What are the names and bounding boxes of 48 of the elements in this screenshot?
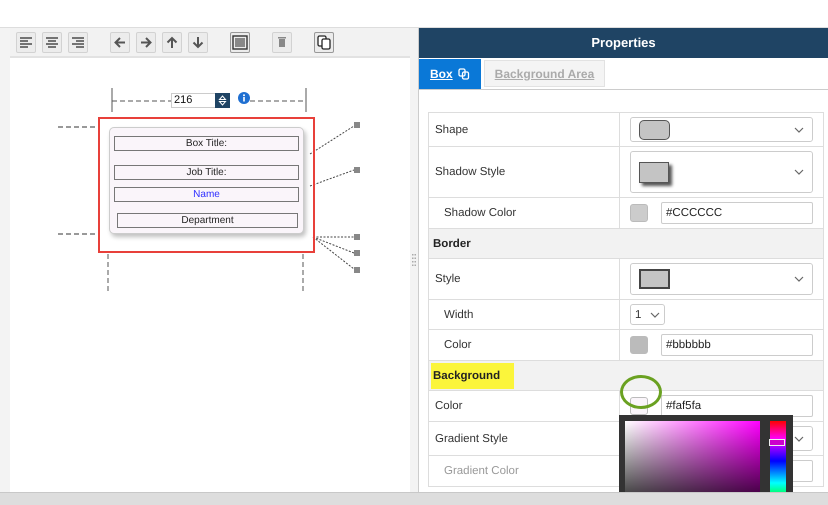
property-label: Style	[429, 259, 620, 299]
chevron-icon	[794, 436, 804, 442]
hue-handle[interactable]	[769, 439, 785, 446]
color-input[interactable]: #CCCCCC	[661, 202, 813, 224]
property-label: Width	[429, 300, 620, 329]
copy-icon	[315, 33, 333, 51]
style-preview	[639, 120, 670, 140]
style-dropdown[interactable]	[630, 151, 813, 193]
chevron-icon	[650, 312, 660, 318]
toolbar-button[interactable]	[42, 32, 62, 52]
width-dropdown[interactable]: 1	[630, 304, 665, 325]
property-label: Shape	[429, 113, 620, 146]
chevron-icon	[794, 126, 804, 132]
color-swatch[interactable]	[630, 336, 648, 354]
toolbar-button[interactable]	[230, 32, 250, 52]
color-swatch[interactable]	[630, 204, 648, 222]
toolbar-button[interactable]	[16, 32, 36, 52]
color-picker-dialog[interactable]	[619, 415, 793, 492]
frame-icon	[231, 33, 249, 51]
box-field: Department	[117, 213, 298, 228]
toolbar-button[interactable]	[188, 32, 208, 52]
toolbar-button[interactable]	[68, 32, 88, 52]
panel-title: Properties	[419, 28, 828, 58]
toolbar-button[interactable]	[162, 32, 182, 52]
property-label: Shadow Style	[429, 147, 620, 197]
section-heading: Border	[433, 238, 471, 250]
chevron-icon	[794, 276, 804, 282]
color-input[interactable]: #bbbbbb	[661, 334, 813, 356]
toolbar-button[interactable]	[136, 32, 156, 52]
style-preview	[639, 162, 669, 182]
property-label: Shadow Color	[429, 198, 620, 228]
org-chart-box[interactable]: Box Title: Job Title: Name Department	[109, 127, 304, 234]
box-field: Name	[114, 187, 299, 202]
chevron-icon	[794, 169, 804, 175]
toolbar-button[interactable]	[110, 32, 130, 52]
info-icon[interactable]	[238, 92, 250, 104]
color-input[interactable]: #faf5fa	[661, 395, 813, 417]
style-preview	[639, 269, 670, 289]
splitter-handle[interactable]	[412, 254, 416, 266]
width-input[interactable]: 216	[171, 93, 215, 108]
section-heading: Background	[431, 362, 514, 388]
style-dropdown[interactable]	[630, 263, 813, 295]
box-field: Job Title:	[114, 165, 299, 180]
toolbar-button[interactable]	[314, 32, 334, 52]
box-field: Box Title:	[114, 136, 299, 151]
style-dropdown[interactable]	[630, 117, 813, 142]
tab[interactable]: Box	[419, 59, 481, 89]
property-label: Color	[429, 330, 620, 360]
